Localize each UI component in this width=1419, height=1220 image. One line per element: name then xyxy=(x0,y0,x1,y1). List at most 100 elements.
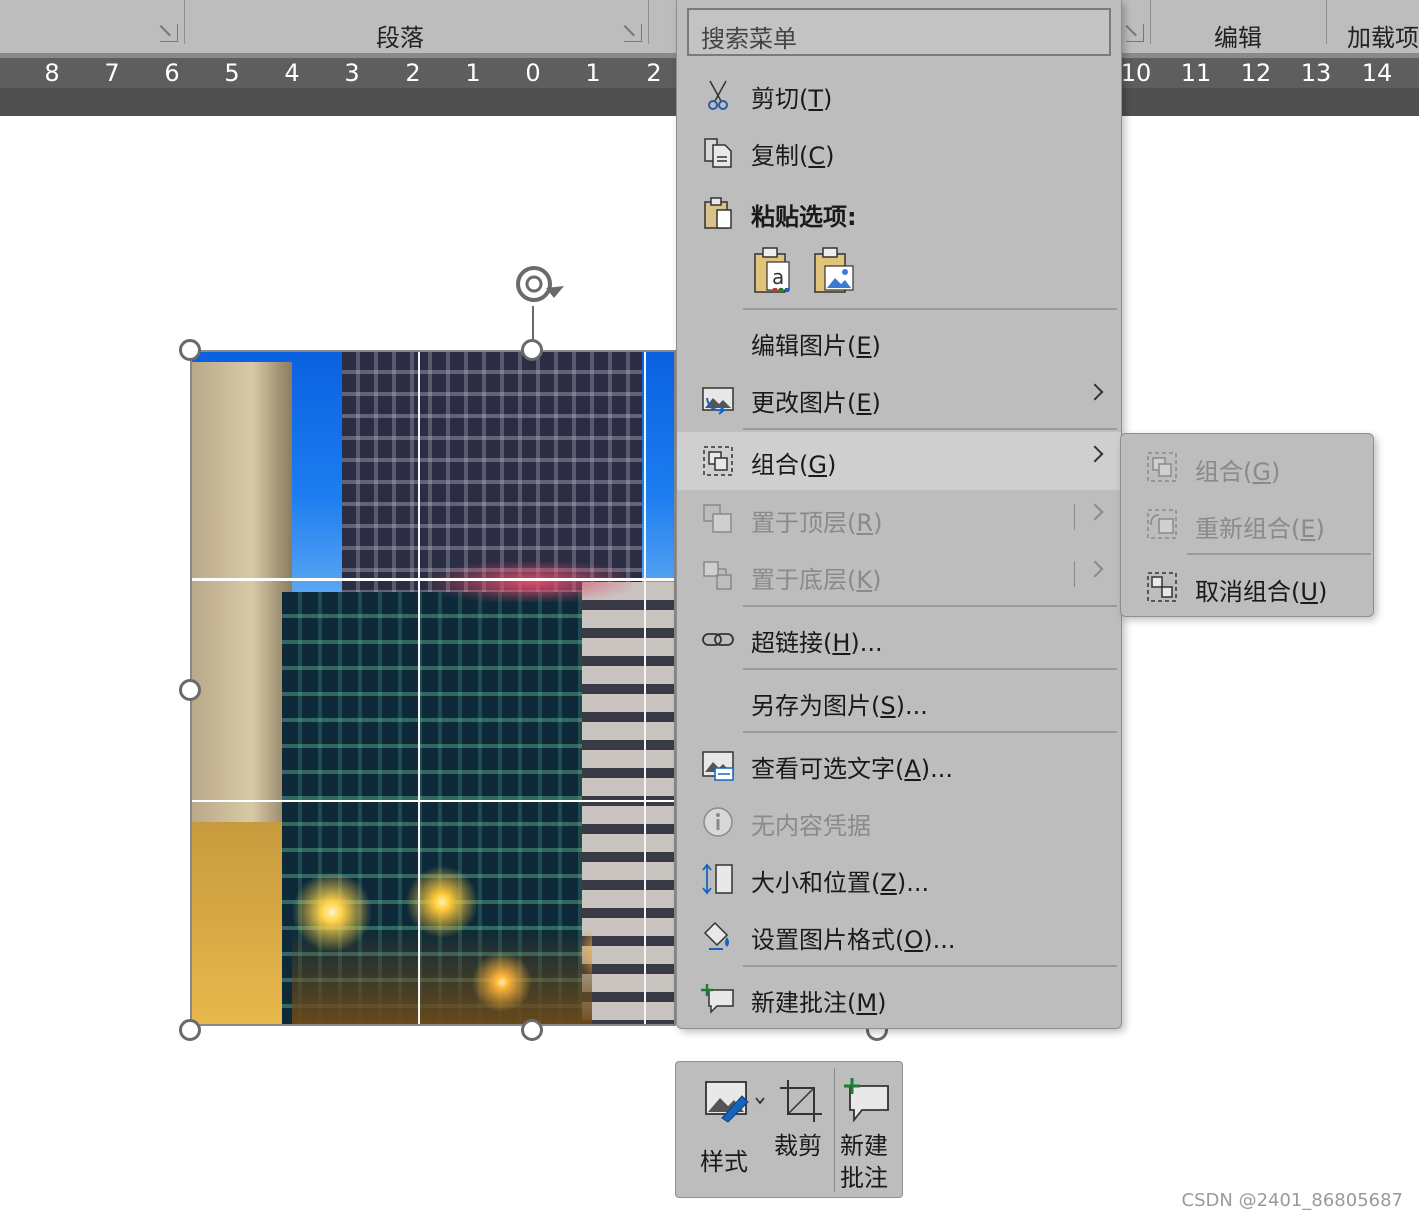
dialog-launcher-icon[interactable] xyxy=(160,24,178,42)
menu-separator xyxy=(743,308,1117,310)
split-divider xyxy=(1074,504,1075,530)
city-photo[interactable] xyxy=(190,350,676,1026)
svg-text:a: a xyxy=(772,265,784,289)
chevron-right-icon xyxy=(1086,383,1104,401)
menu-separator xyxy=(743,731,1117,733)
submenu-item-ungroup[interactable]: 取消组合(U) xyxy=(1121,558,1373,614)
dialog-launcher-icon[interactable] xyxy=(1126,24,1144,42)
ribbon-group-editing: 编辑 xyxy=(1214,24,1262,52)
resize-handle-left[interactable] xyxy=(179,679,201,701)
menu-item-label: 查看可选文字(A)... xyxy=(751,755,954,783)
menu-item-no-content-credentials[interactable]: 无内容凭据 xyxy=(677,793,1121,849)
menu-item-label: 新建批注(M) xyxy=(751,989,887,1017)
copy-icon xyxy=(704,138,732,168)
ruler-number: 0 xyxy=(525,59,541,87)
resize-handle-bottom[interactable] xyxy=(521,1019,543,1041)
resize-handle-top[interactable] xyxy=(521,339,543,361)
chevron-right-icon xyxy=(1086,445,1104,463)
menu-separator xyxy=(743,428,1117,430)
menu-item-edit-picture[interactable]: 编辑图片(E) xyxy=(677,313,1121,369)
photo-grid-line xyxy=(644,352,646,1024)
size-position-icon xyxy=(702,863,733,895)
menu-item-label: 无内容凭据 xyxy=(751,812,871,840)
style-button[interactable]: 样式 xyxy=(678,1064,768,1194)
new-comment-icon xyxy=(701,984,734,1014)
scissors-icon xyxy=(708,80,728,110)
bring-to-front-icon xyxy=(703,504,732,533)
ruler-number: 13 xyxy=(1300,59,1332,87)
crop-icon xyxy=(780,1080,822,1122)
group-icon xyxy=(703,446,733,476)
photo-tower-floors xyxy=(342,352,642,592)
crop-label: 裁剪 xyxy=(774,1132,822,1160)
paste-options-header: 粘贴选项: xyxy=(677,184,1121,240)
new-comment-label-line2: 批注 xyxy=(840,1164,888,1192)
menu-item-send-to-back[interactable]: 置于底层(K) xyxy=(677,547,1121,603)
watermark: CSDN @2401_86805687 xyxy=(1181,1190,1403,1211)
menu-separator xyxy=(743,965,1117,967)
chevron-right-icon xyxy=(1086,503,1104,521)
photo-grid-line xyxy=(192,800,674,802)
new-comment-label-line1: 新建 xyxy=(840,1132,888,1160)
rotate-handle-icon[interactable] xyxy=(512,262,564,306)
submenu-item-label: 重新组合(E) xyxy=(1195,515,1325,543)
menu-item-label: 设置图片格式(O)... xyxy=(751,926,956,954)
change-picture-icon xyxy=(702,387,734,415)
link-icon xyxy=(702,633,734,646)
photo-right-building xyxy=(582,582,674,1024)
new-comment-icon xyxy=(844,1078,889,1123)
paste-as-picture-button[interactable] xyxy=(811,246,861,298)
menu-item-alt-text[interactable]: 查看可选文字(A)... xyxy=(677,736,1121,792)
paste-options-label: 粘贴选项: xyxy=(751,203,857,231)
menu-item-label: 置于底层(K) xyxy=(751,566,882,594)
paste-keep-text-only-button[interactable]: a xyxy=(751,246,801,298)
menu-item-cut[interactable]: 剪切(T) xyxy=(677,66,1121,122)
menu-item-label: 大小和位置(Z)... xyxy=(751,869,930,897)
toolbar-divider xyxy=(834,1068,835,1192)
menu-item-label: 编辑图片(E) xyxy=(751,332,881,360)
menu-item-bring-to-front[interactable]: 置于顶层(R) xyxy=(677,490,1121,546)
submenu-item-label: 组合(G) xyxy=(1195,458,1281,486)
ribbon-group-paragraph: 段落 xyxy=(376,24,424,52)
ribbon-separator xyxy=(648,0,649,44)
ribbon-group-addins: 加载项 xyxy=(1347,24,1419,52)
menu-item-copy[interactable]: 复制(C) xyxy=(677,123,1121,179)
ruler-number: 5 xyxy=(224,59,240,87)
ruler-number: 8 xyxy=(44,59,60,87)
menu-item-size-position[interactable]: 大小和位置(Z)... xyxy=(677,850,1121,906)
menu-item-label: 组合(G) xyxy=(751,451,837,479)
resize-handle-bottom-left[interactable] xyxy=(179,1019,201,1041)
paste-text-icon: a xyxy=(754,247,790,293)
ruler-number: 2 xyxy=(405,59,421,87)
submenu-item-group[interactable]: 组合(G) xyxy=(1121,438,1373,494)
group-submenu: 组合(G) 重新组合(E) 取消组合(U) xyxy=(1120,433,1374,617)
clipboard-icon xyxy=(704,197,732,229)
crop-button[interactable]: 裁剪 xyxy=(768,1064,832,1194)
regroup-icon xyxy=(1147,509,1177,539)
mini-toolbar: 样式 裁剪 新建 批注 xyxy=(675,1061,903,1198)
send-to-back-icon xyxy=(703,561,732,590)
menu-item-label: 复制(C) xyxy=(751,142,835,170)
new-comment-button[interactable]: 新建 批注 xyxy=(836,1064,900,1194)
submenu-item-regroup[interactable]: 重新组合(E) xyxy=(1121,495,1373,551)
menu-item-label: 超链接(H)... xyxy=(751,629,883,657)
menu-item-change-picture[interactable]: 更改图片(E) xyxy=(677,370,1121,426)
menu-item-label: 剪切(T) xyxy=(751,85,833,113)
menu-item-save-as-picture[interactable]: 另存为图片(S)... xyxy=(677,673,1121,729)
menu-item-hyperlink[interactable]: 超链接(H)... xyxy=(677,610,1121,666)
ruler-number: 12 xyxy=(1240,59,1272,87)
paragraph-dialog-launcher-icon[interactable] xyxy=(624,24,642,42)
search-menu-placeholder: 搜索菜单 xyxy=(701,25,797,53)
ruler-number: 1 xyxy=(585,59,601,87)
resize-handle-top-left[interactable] xyxy=(179,339,201,361)
menu-item-group[interactable]: 组合(G) xyxy=(677,432,1121,490)
photo-street-lights xyxy=(292,832,592,1024)
menu-item-label: 另存为图片(S)... xyxy=(751,692,928,720)
menu-item-new-comment[interactable]: 新建批注(M) xyxy=(677,970,1121,1026)
search-menu-input[interactable]: 搜索菜单 xyxy=(687,8,1111,56)
photo-red-glow xyxy=(432,562,632,602)
submenu-separator xyxy=(1187,553,1371,555)
menu-item-label: 更改图片(E) xyxy=(751,389,881,417)
menu-item-format-picture[interactable]: 设置图片格式(O)... xyxy=(677,907,1121,963)
ruler-number: 4 xyxy=(284,59,300,87)
